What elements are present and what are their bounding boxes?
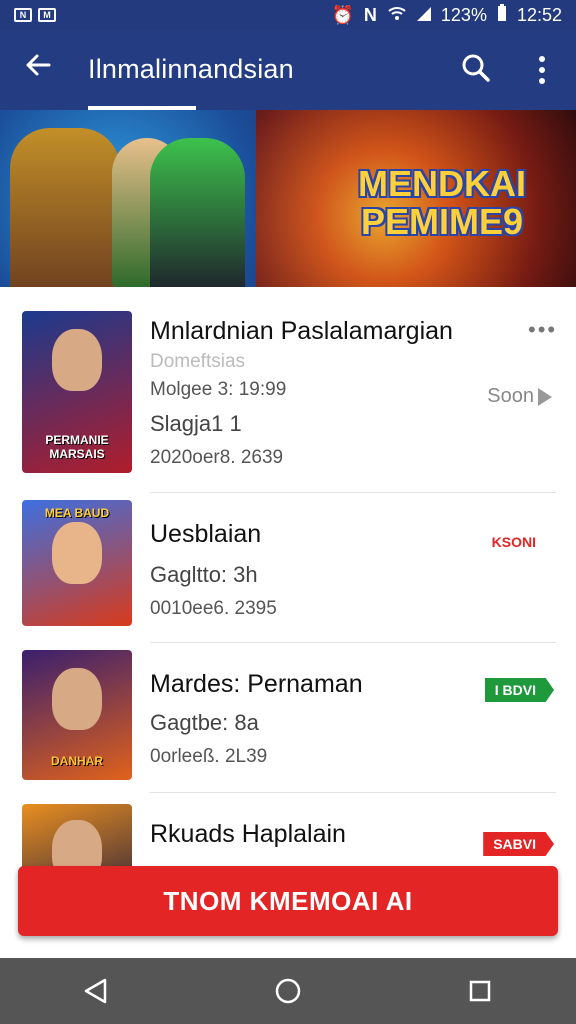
banner-logo: MENDKAI PEMIME9 [358, 163, 526, 242]
more-options-icon[interactable] [528, 52, 556, 88]
item-title: Mardes: Pernaman [150, 670, 363, 698]
item-meta: Slagja1 1 [150, 411, 242, 436]
item-tag[interactable]: Soon [487, 385, 552, 408]
nav-recents-icon[interactable] [460, 971, 500, 1011]
item-subtitle: Domeftsias [150, 351, 246, 372]
item-meta: Gagltto: 3h [150, 562, 258, 587]
thumbnail-caption: PERMANIE MARSAIS [45, 433, 109, 461]
thumbnail-caption: MEA BAUD [44, 506, 110, 520]
battery-text: 123% [440, 4, 487, 25]
notification-icon: N [14, 8, 32, 22]
list-item[interactable]: PERMANIE MARSAIS Mnlardnian Paslalamargi… [0, 287, 576, 493]
item-meta: Gagtbe: 8a [150, 710, 259, 735]
item-badge[interactable]: SABVI [483, 832, 554, 856]
item-meta: Molgee 3: 19:99 [150, 379, 287, 400]
play-icon [538, 387, 552, 406]
wifi-icon [387, 5, 407, 26]
search-icon[interactable] [460, 52, 496, 88]
app-bar: Ilnmalinnandsian [0, 30, 576, 110]
game-thumbnail: PERMANIE MARSAIS [22, 311, 132, 473]
alarm-icon: ⏰ [331, 4, 354, 25]
hero-character-image [10, 128, 120, 287]
battery-icon [497, 3, 507, 27]
primary-action-button[interactable]: TNOM KMEMOAI AI [18, 866, 558, 936]
nav-back-icon[interactable] [76, 971, 116, 1011]
item-meta: 0010ee6. 2395 [150, 598, 277, 619]
hero-character-image [150, 138, 245, 287]
thumbnail-caption: DANHAR [51, 754, 103, 768]
game-thumbnail [22, 804, 132, 872]
item-title: Uesblaian [150, 520, 262, 548]
list-item[interactable]: MEA BAUD Uesblaian KSONI Gagltto: 3h 001… [0, 492, 576, 643]
page-title: Ilnmalinnandsian [88, 54, 294, 84]
overflow-icon[interactable]: ••• [528, 317, 557, 343]
list-item[interactable]: Rkuads Haplalain SABVI [0, 792, 576, 872]
nav-home-icon[interactable] [268, 971, 308, 1011]
system-nav-bar [0, 958, 576, 1024]
back-arrow-icon[interactable] [20, 50, 56, 86]
item-title: Rkuads Haplalain [150, 820, 346, 848]
item-meta: 0orleeß. 2L39 [150, 746, 268, 767]
item-meta: 2020oer8. 2639 [150, 447, 284, 468]
status-bar: N M ⏰ N 123% 12:52 [0, 0, 576, 30]
game-thumbnail: MEA BAUD [22, 500, 132, 626]
clock: 12:52 [516, 4, 562, 25]
item-badge[interactable]: I BDVI [484, 678, 554, 702]
notification-icon: M [38, 8, 56, 22]
hero-banner[interactable]: MENDKAI PEMIME9 [0, 110, 576, 287]
item-badge[interactable]: KSONI [481, 530, 554, 554]
signal-icon [416, 5, 431, 26]
nfc-icon: N [363, 4, 377, 25]
item-title: Mnlardnian Paslalamargian [150, 317, 453, 345]
list-item[interactable]: DANHAR Mardes: Pernaman I BDVI Gagtbe: 8… [0, 642, 576, 793]
game-thumbnail: DANHAR [22, 650, 132, 780]
